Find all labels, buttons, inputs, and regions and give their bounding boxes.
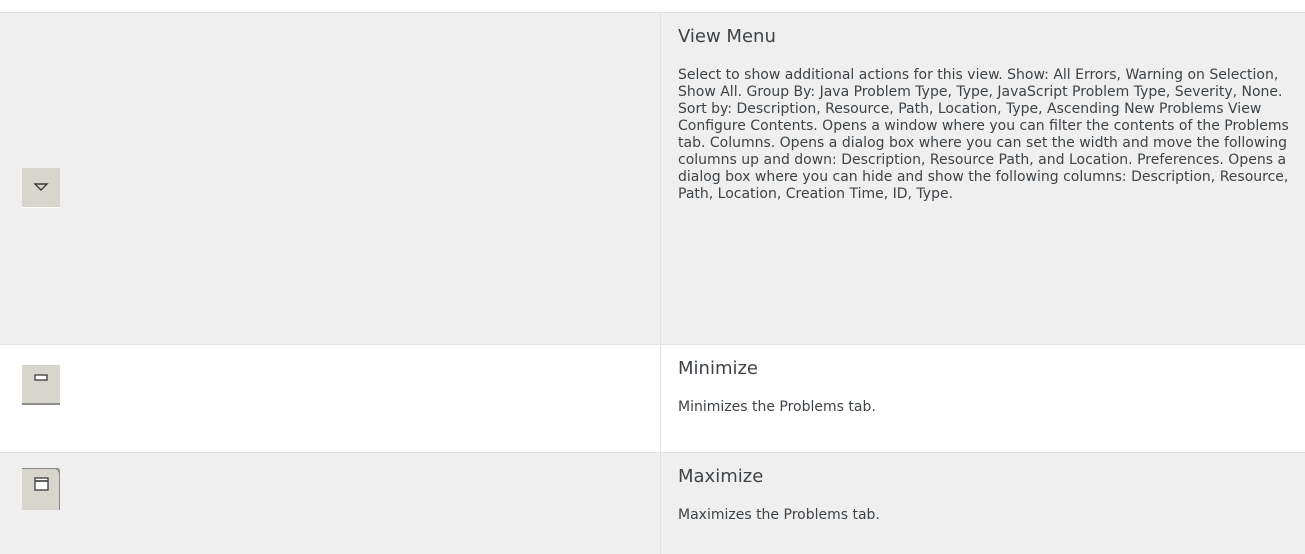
- icon-cell: [0, 13, 661, 344]
- table-row: Minimize Minimizes the Problems tab.: [0, 345, 1305, 453]
- icon-cell: [0, 453, 661, 554]
- description-cell: Minimize Minimizes the Problems tab.: [661, 345, 1305, 452]
- row-title: Minimize: [678, 358, 758, 379]
- row-description: Minimizes the Problems tab.: [678, 399, 876, 415]
- table-row: View Menu Select to show additional acti…: [0, 13, 1305, 345]
- row-description: Maximizes the Problems tab.: [678, 507, 880, 523]
- icon-cell: [0, 345, 661, 452]
- description-cell: Maximize Maximizes the Problems tab.: [661, 453, 1305, 554]
- description-cell: View Menu Select to show additional acti…: [661, 13, 1305, 344]
- row-description: Select to show additional actions for th…: [678, 67, 1289, 202]
- maximize-icon: [22, 468, 60, 510]
- row-title: Maximize: [678, 466, 764, 487]
- view-menu-icon: [22, 168, 60, 208]
- row-title: View Menu: [678, 26, 776, 47]
- table-row: Maximize Maximizes the Problems tab.: [0, 453, 1305, 554]
- problems-view-buttons-table: View Menu Select to show additional acti…: [0, 12, 1305, 554]
- minimize-icon: [22, 365, 60, 405]
